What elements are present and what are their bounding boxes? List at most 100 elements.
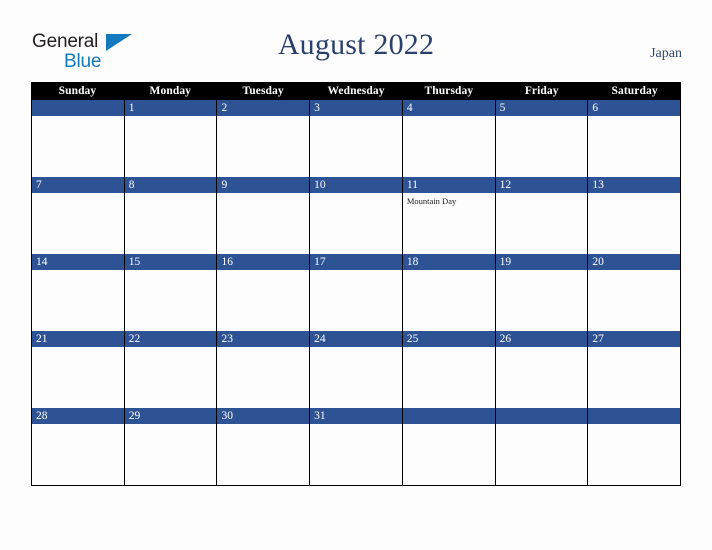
day-number: 5 xyxy=(495,100,588,116)
day-cell-23[interactable]: 23 xyxy=(217,331,311,408)
day-events xyxy=(217,270,309,273)
day-events xyxy=(217,424,309,427)
day-number: 31 xyxy=(310,408,402,424)
day-number: 2 xyxy=(217,100,310,116)
day-cell-27[interactable]: 27 xyxy=(588,331,682,408)
day-events xyxy=(32,347,124,350)
day-events xyxy=(32,424,124,427)
day-events xyxy=(496,270,588,273)
day-events xyxy=(32,116,124,119)
day-cell-6[interactable]: 6 xyxy=(588,100,682,177)
day-cell-28[interactable]: 28 xyxy=(32,408,125,485)
day-events xyxy=(588,424,680,427)
day-cell-3[interactable]: 3 xyxy=(310,100,403,177)
calendar-grid: Sunday Monday Tuesday Wednesday Thursday Frid… xyxy=(31,82,682,486)
day-events xyxy=(588,193,680,196)
day-cell-24[interactable]: 24 xyxy=(310,331,403,408)
day-number xyxy=(588,408,681,424)
day-cell-empty[interactable] xyxy=(402,408,496,485)
day-events xyxy=(588,116,680,119)
day-number: 22 xyxy=(124,331,217,347)
day-number: 15 xyxy=(124,254,217,270)
day-number: 12 xyxy=(495,177,588,193)
day-number: 10 xyxy=(310,177,402,193)
day-cell-10[interactable]: 10 xyxy=(310,177,403,254)
day-cell-empty[interactable] xyxy=(588,408,682,485)
day-events xyxy=(403,424,495,427)
day-events xyxy=(32,270,124,273)
day-number: 19 xyxy=(495,254,588,270)
day-cell-22[interactable]: 22 xyxy=(124,331,218,408)
day-cell-29[interactable]: 29 xyxy=(124,408,218,485)
page-title: August 2022 xyxy=(277,28,435,61)
day-number: 8 xyxy=(124,177,217,193)
day-cell-13[interactable]: 13 xyxy=(588,177,682,254)
day-cell-17[interactable]: 17 xyxy=(310,254,403,331)
event-label: Mountain Day xyxy=(406,196,457,206)
calendar-week-row: 21 22 23 24 25 26 27 xyxy=(31,331,682,408)
day-events xyxy=(403,116,495,119)
day-cell-12[interactable]: 12 xyxy=(495,177,589,254)
day-cell-16[interactable]: 16 xyxy=(217,254,311,331)
day-cell-18[interactable]: 18 xyxy=(402,254,496,331)
day-cell-empty[interactable] xyxy=(32,100,125,177)
calendar-week-row: 28 29 30 31 xyxy=(31,408,682,486)
day-number: 18 xyxy=(402,254,495,270)
day-cell-14[interactable]: 14 xyxy=(32,254,125,331)
day-events xyxy=(403,347,495,350)
day-events xyxy=(217,116,309,119)
day-events xyxy=(310,193,402,196)
day-events xyxy=(496,193,588,196)
day-cell-7[interactable]: 7 xyxy=(32,177,125,254)
day-number xyxy=(402,408,495,424)
day-cell-19[interactable]: 19 xyxy=(495,254,589,331)
day-cell-4[interactable]: 4 xyxy=(402,100,496,177)
day-cell-20[interactable]: 20 xyxy=(588,254,682,331)
weekday-header-wednesday: Wednesday xyxy=(327,85,385,97)
day-number: 9 xyxy=(217,177,310,193)
day-number: 17 xyxy=(310,254,402,270)
day-number: 1 xyxy=(124,100,217,116)
day-events xyxy=(588,270,680,273)
day-events xyxy=(217,193,309,196)
region-label: Japan xyxy=(650,46,682,61)
day-number: 23 xyxy=(217,331,310,347)
day-events xyxy=(403,270,495,273)
day-number: 28 xyxy=(32,408,124,424)
day-events xyxy=(310,270,402,273)
day-number: 14 xyxy=(32,254,124,270)
day-number: 11 xyxy=(402,177,495,193)
day-number: 20 xyxy=(588,254,681,270)
day-cell-11[interactable]: 11 Mountain Day xyxy=(402,177,496,254)
day-events: Mountain Day xyxy=(403,193,495,207)
day-events xyxy=(32,193,124,196)
day-events xyxy=(496,424,588,427)
day-events xyxy=(310,347,402,350)
day-number: 26 xyxy=(495,331,588,347)
day-events xyxy=(310,116,402,119)
weekday-header-thursday: Thursday xyxy=(424,85,474,97)
page-header: General Blue August 2022 Japan xyxy=(0,0,712,82)
day-cell-8[interactable]: 8 xyxy=(124,177,218,254)
day-number: 29 xyxy=(124,408,217,424)
calendar-weeks: 1 2 3 4 5 6 7 8 9 10 11 Mountain Day 12 13 14 15 16 17 18 1… xyxy=(31,100,682,486)
day-cell-21[interactable]: 21 xyxy=(32,331,125,408)
day-number xyxy=(32,100,124,116)
day-number: 25 xyxy=(402,331,495,347)
day-cell-31[interactable]: 31 xyxy=(310,408,403,485)
day-number: 27 xyxy=(588,331,681,347)
day-cell-5[interactable]: 5 xyxy=(495,100,589,177)
day-number: 16 xyxy=(217,254,310,270)
day-cell-15[interactable]: 15 xyxy=(124,254,218,331)
day-cell-1[interactable]: 1 xyxy=(124,100,218,177)
day-number: 13 xyxy=(588,177,681,193)
day-cell-26[interactable]: 26 xyxy=(495,331,589,408)
day-cell-2[interactable]: 2 xyxy=(217,100,311,177)
day-cell-30[interactable]: 30 xyxy=(217,408,311,485)
day-cell-9[interactable]: 9 xyxy=(217,177,311,254)
weekday-header-row: Sunday Monday Tuesday Wednesday Thursday Frid… xyxy=(31,82,681,100)
day-cell-empty[interactable] xyxy=(495,408,589,485)
day-cell-25[interactable]: 25 xyxy=(402,331,496,408)
day-events xyxy=(125,270,217,273)
day-number: 6 xyxy=(588,100,681,116)
